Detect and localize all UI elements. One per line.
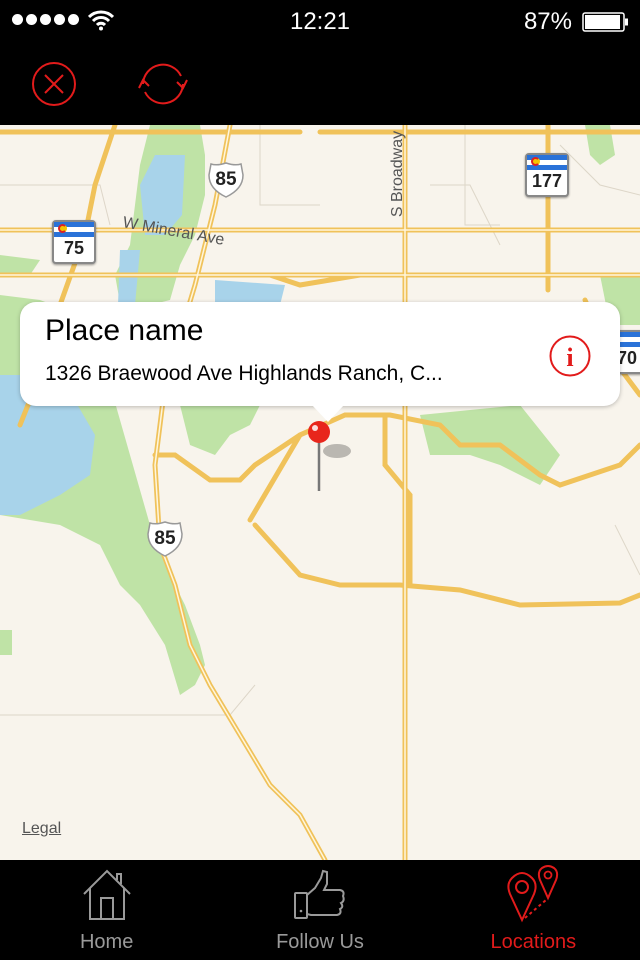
close-circle-icon bbox=[32, 62, 76, 106]
tab-follow-us[interactable]: Follow Us bbox=[213, 860, 426, 960]
info-icon[interactable]: i bbox=[548, 334, 592, 378]
tab-locations[interactable]: Locations bbox=[427, 860, 640, 960]
place-address: 1326 Braewood Ave Highlands Ranch, C... bbox=[45, 362, 443, 385]
tab-locations-label: Locations bbox=[490, 931, 577, 953]
map-pin-icon[interactable] bbox=[305, 421, 355, 493]
map-pins-icon bbox=[507, 865, 559, 923]
thumbs-up-icon bbox=[293, 869, 345, 919]
tab-follow-us-label: Follow Us bbox=[276, 931, 364, 953]
map-view[interactable]: W Mineral Ave S Broadway 85 85 75 177 47… bbox=[0, 125, 640, 860]
tab-home-label: Home bbox=[79, 931, 134, 953]
us-85-shield: 85 bbox=[207, 161, 245, 199]
place-callout[interactable]: Place name 1326 Braewood Ave Highlands R… bbox=[20, 302, 620, 422]
refresh-button[interactable] bbox=[133, 54, 193, 114]
battery-icon bbox=[582, 12, 628, 32]
road-label-s-broadway: S Broadway bbox=[389, 130, 407, 218]
status-bar: 12:21 87% bbox=[0, 0, 640, 42]
close-button[interactable] bbox=[24, 54, 84, 114]
co-75-shield: 75 bbox=[52, 220, 96, 264]
battery-percentage: 87% bbox=[523, 8, 572, 35]
toolbar bbox=[0, 42, 640, 125]
tab-bar: Home Follow Us Locations bbox=[0, 860, 640, 960]
legal-link[interactable]: Legal bbox=[22, 820, 61, 838]
home-icon bbox=[82, 869, 131, 920]
us-85-shield-south: 85 bbox=[146, 520, 184, 558]
tab-home[interactable]: Home bbox=[0, 860, 213, 960]
place-name: Place name bbox=[45, 314, 204, 347]
co-177-shield: 177 bbox=[525, 153, 569, 197]
svg-text:i: i bbox=[566, 343, 573, 372]
refresh-icon bbox=[138, 63, 188, 105]
